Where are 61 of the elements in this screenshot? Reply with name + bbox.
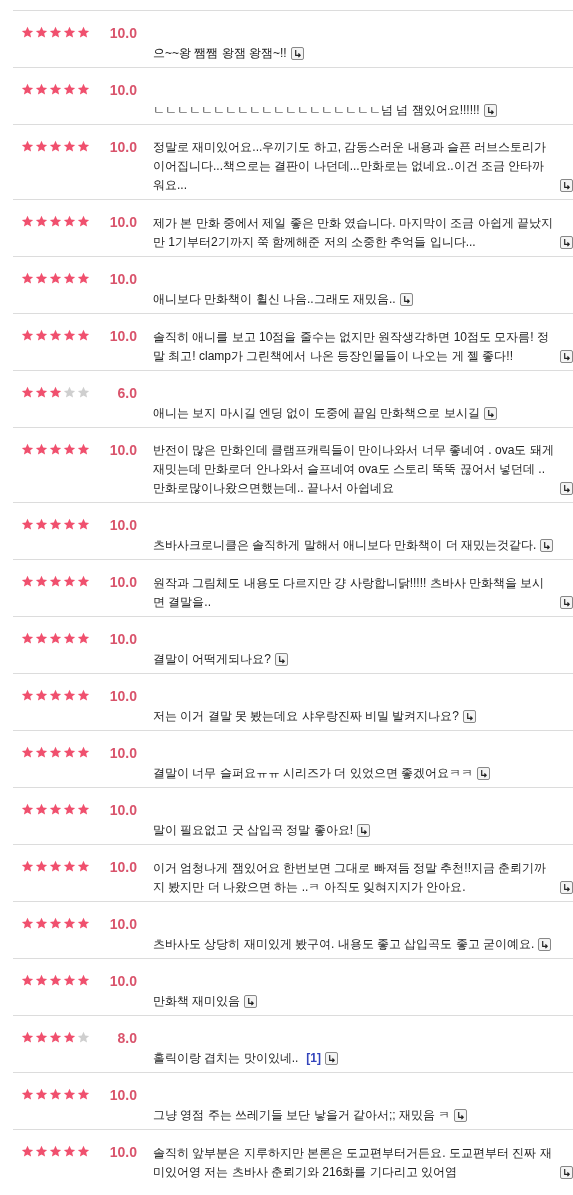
score: 10.0 (109, 272, 137, 287)
score: 10.0 (109, 26, 137, 41)
review-text: 그냥 영점 주는 쓰레기들 보단 낳을거 같아서;; 재밌음 ㅋ (153, 1107, 451, 1124)
review-text: 애니는 보지 마시길 엔딩 없이 도중에 끝임 만화책으로 보시길 (153, 405, 480, 422)
review-text: 정말로 재미있어요...우끼기도 하고, 감동스러운 내용과 슬픈 러브스토리가 이어집니다...책으로는 결판이 나던데...만화로는 없네요..이건 조금 안타까워요... (153, 139, 548, 194)
review-text: 저는 이거 결말 못 봤는데요 샤우랑진짜 비밀 발켜지나요? (153, 708, 459, 725)
reply-icon[interactable] (560, 236, 573, 249)
review-text: 만화책 재미있음 (153, 993, 241, 1010)
score: 10.0 (109, 689, 137, 704)
comment-count-link[interactable]: [1] (306, 1049, 321, 1068)
reply-icon[interactable] (560, 350, 573, 363)
reply-icon[interactable] (560, 179, 573, 192)
score: 10.0 (109, 140, 137, 155)
review-text: 제가 본 만화 중에서 제일 좋은 만화 였습니다. 마지막이 조금 아쉽게 끝났지만 1기부터2기까지 쭉 함께해준 저의 소중한 추억들 입니다... (153, 215, 554, 251)
score: 8.0 (117, 1031, 137, 1046)
reply-icon[interactable] (275, 653, 288, 666)
review-text: 말이 필요없고 굿 삽입곡 정말 좋아요! (153, 822, 353, 839)
reply-icon[interactable] (357, 824, 370, 837)
score: 10.0 (109, 803, 137, 818)
review-text: 츠바사도 상당히 재미있게 봤구여. 내용도 좋고 삽입곡도 좋고 굳이예요. (153, 936, 535, 953)
review-text: ㄴㄴㄴㄴㄴㄴㄴㄴㄴㄴㄴㄴㄴㄴㄴㄴㄴㄴㄴ넘 넘 잼있어요!!!!!! (153, 102, 480, 119)
review-text: 애니보다 만화책이 휠신 나음..그래도 재밌음.. (153, 291, 396, 308)
reply-icon[interactable] (244, 995, 258, 1008)
reply-icon[interactable] (483, 104, 497, 117)
score: 10.0 (109, 443, 137, 458)
score: 10.0 (109, 329, 137, 344)
reply-icon[interactable] (463, 710, 476, 723)
score: 10.0 (109, 746, 137, 761)
score: 10.0 (109, 1088, 137, 1103)
reply-icon[interactable] (560, 596, 573, 609)
review-text: 츠바사크로니클은 솔직하게 말해서 애니보다 만화책이 더 재밌는것같다. (153, 537, 537, 554)
score: 10.0 (109, 974, 137, 989)
score: 10.0 (109, 917, 137, 932)
review-text: 이거 엄청나게 잼있어요 한번보면 그대로 빠져듬 정말 추천!!지금 춘뢰기까지 봤지만 더 나왔으면 하는 ..ㅋ 아직도 잊혀지지가 안아요. (153, 860, 548, 896)
score: 10.0 (109, 518, 137, 533)
review-text: 결말이 어떡게되나요? (153, 651, 271, 668)
score: 10.0 (109, 1145, 137, 1160)
score: 10.0 (109, 215, 137, 230)
score: 6.0 (117, 386, 137, 401)
reply-icon[interactable] (538, 938, 552, 951)
reply-icon[interactable] (483, 407, 497, 420)
reply-icon[interactable] (560, 482, 573, 495)
review-text: 결말이 너무 슬퍼요ㅠㅠ 시리즈가 더 있었으면 좋겠어요ㅋㅋ (153, 765, 473, 782)
reply-icon[interactable] (454, 1109, 468, 1122)
reply-icon[interactable] (290, 47, 304, 60)
review-text: 솔직히 애니를 보고 10점을 줄수는 없지만 원작생각하면 10점도 모자름! 정말 최고! clamp가 그린책에서 나온 등장인물들이 나오는 게 젤 좋다!! (153, 329, 551, 365)
score: 10.0 (109, 632, 137, 647)
score: 10.0 (109, 860, 137, 875)
review-text: 홀릭이랑 겹치는 맛이있네.. (153, 1050, 299, 1067)
review-text: 으~~왕 쨈쨈 왕잼 왕잼~!! (153, 45, 287, 62)
reply-icon[interactable] (560, 1166, 573, 1179)
review-text: 솔직히 앞부분은 지루하지만 본론은 도교편부터거든요. 도교편부터 진짜 재미있어영 저는 츠바사 춘뢰기와 216화를 기다리고 있어염 (153, 1145, 553, 1181)
reply-icon[interactable] (399, 293, 413, 306)
score: 10.0 (109, 575, 137, 590)
score: 10.0 (109, 83, 137, 98)
review-text: 원작과 그림체도 내용도 다르지만 걍 사랑합니닭!!!!! 츠바사 만화책을 보시면 결말을.. (153, 575, 546, 611)
reply-icon[interactable] (540, 539, 554, 552)
review-text: 반전이 많은 만화인데 클램프캐릭들이 만이나와서 너무 좋네여 . ova도 돼게 재밋는데 만화로더 안나와서 슬프네여 ova도 스토리 뚝뚝 끊어서 넣던데 .. 만화로많이나왔으면했는데.. 끝나서 아쉽네요 (153, 442, 555, 497)
reply-icon[interactable] (325, 1052, 338, 1065)
reply-icon[interactable] (477, 767, 490, 780)
reply-icon[interactable] (560, 881, 573, 894)
